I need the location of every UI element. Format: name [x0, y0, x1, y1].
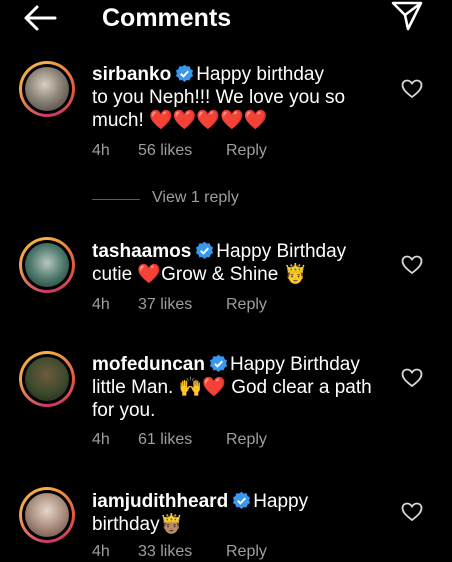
comment-body: for you. [92, 400, 156, 421]
comment-username[interactable]: tashaamos [92, 241, 191, 262]
comment-body: Happy birthday [196, 64, 324, 85]
comment-meta: 4h 56 likes Reply [92, 142, 267, 160]
prince-emoji: 🤴🏽 [159, 513, 184, 535]
comment-meta: 4h 33 likes Reply [92, 543, 267, 561]
view-replies-button[interactable]: View 1 reply [92, 189, 392, 211]
comment-text: tashaamos Happy Birthday cutie ❤️Grow & S… [92, 240, 392, 286]
comment-meta: 4h 37 likes Reply [92, 296, 267, 314]
comment-meta: 4h 61 likes Reply [92, 431, 267, 449]
comment-body: birthday [92, 514, 160, 535]
page-title: Comments [102, 4, 232, 32]
comments-header: Comments [0, 0, 452, 36]
comment-body: little Man. [92, 377, 174, 398]
comment-time: 4h [92, 543, 110, 560]
comment-username[interactable]: sirbanko [92, 64, 171, 85]
like-button[interactable] [401, 502, 423, 522]
heart-outline-icon [401, 255, 423, 275]
heart-emoji: ❤️ [137, 263, 162, 285]
like-button[interactable] [401, 79, 423, 99]
comment-body: Happy Birthday [216, 241, 347, 262]
reply-button[interactable]: Reply [226, 431, 267, 449]
verified-badge-icon [209, 354, 228, 373]
heart-outline-icon [401, 502, 423, 522]
comment-likes[interactable]: 37 likes [138, 296, 226, 314]
like-button[interactable] [401, 255, 423, 275]
heart-outline-icon [401, 368, 423, 388]
avatar[interactable] [19, 237, 75, 293]
verified-badge-icon [233, 491, 251, 510]
comment-time: 4h [92, 431, 110, 448]
comment-text: mofeduncan Happy Birthday little Man. 🙌❤️… [92, 353, 392, 422]
comment-body: God clear a path [231, 377, 372, 398]
avatar[interactable] [19, 61, 75, 117]
comment-body: Happy [253, 491, 309, 512]
reply-button[interactable]: Reply [226, 296, 267, 314]
comment-username[interactable]: iamjudithheard [92, 491, 228, 512]
comment-text: sirbanko Happy birthday to you Neph!!! We… [92, 63, 392, 132]
comment-time: 4h [92, 142, 110, 159]
heart-outline-icon [401, 79, 423, 99]
arrow-left-icon [24, 5, 57, 31]
comment-body: Happy Birthday [229, 354, 360, 375]
prince-emoji: 🤴 [283, 263, 308, 285]
avatar[interactable] [19, 487, 75, 543]
comment-likes[interactable]: 33 likes [138, 543, 226, 561]
avatar[interactable] [19, 351, 75, 407]
comment-body: to you Neph!!! We love you so [92, 87, 346, 108]
reply-button[interactable]: Reply [226, 142, 267, 160]
comment-likes[interactable]: 56 likes [138, 142, 226, 160]
comment-time: 4h [92, 296, 110, 313]
comment-body: Grow & Shine [161, 264, 279, 285]
comment-body: cutie [92, 264, 133, 285]
comment-body: much! [92, 110, 144, 131]
divider [92, 199, 140, 200]
hands-heart-emoji: 🙌❤️ [178, 376, 226, 398]
reply-button[interactable]: Reply [226, 543, 267, 561]
paper-plane-icon [391, 1, 423, 31]
view-replies-label: View 1 reply [152, 189, 239, 206]
share-button[interactable] [390, 0, 424, 32]
comment-username[interactable]: mofeduncan [92, 354, 205, 375]
verified-badge-icon [176, 64, 194, 83]
comment-likes[interactable]: 61 likes [138, 431, 226, 449]
like-button[interactable] [401, 368, 423, 388]
back-button[interactable] [22, 4, 58, 32]
comment-text: iamjudithheard Happy birthday🤴🏽 [92, 490, 392, 536]
heart-emoji: ❤️❤️❤️❤️❤️ [149, 109, 268, 131]
verified-badge-icon [196, 241, 214, 260]
